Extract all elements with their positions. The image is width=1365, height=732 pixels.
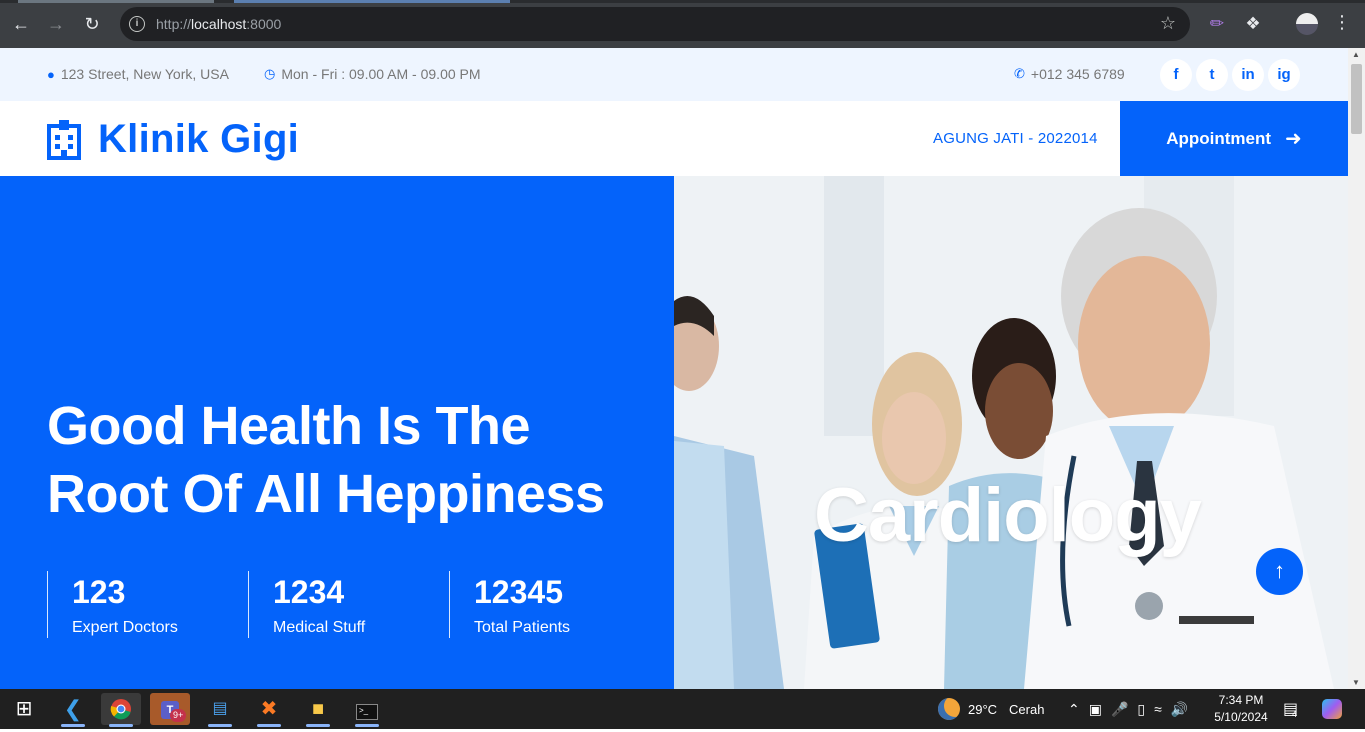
scroll-thumb[interactable] [1351, 64, 1362, 134]
main-navbar: Klinik Gigi AGUNG JATI - 2022014 Appoint… [0, 101, 1348, 176]
weather-desc: Cerah [1009, 701, 1045, 717]
system-clock[interactable]: 7:34 PM 5/10/2024 [1210, 692, 1272, 726]
page-scrollbar[interactable]: ▲ ▼ [1348, 48, 1365, 689]
brand-name: Klinik Gigi [98, 117, 300, 161]
url-text[interactable]: http://localhost:8000 [156, 16, 281, 32]
appointment-button[interactable]: Appointment ➜ [1120, 101, 1348, 176]
notifications-icon[interactable]: ▤ 4 [1283, 689, 1298, 729]
copilot-icon[interactable] [1322, 689, 1342, 729]
stat-patients: 12345 Total Patients [449, 571, 650, 638]
back-icon[interactable]: ← [9, 12, 33, 36]
sandbox-app-icon[interactable]: ▤ [200, 693, 240, 727]
tray-chevron-icon[interactable]: ⌃ [1068, 701, 1080, 718]
nav-user-link[interactable]: AGUNG JATI - 2022014 [933, 130, 1098, 147]
doctors-photo [674, 176, 1348, 689]
phone-icon: ✆ [1014, 66, 1025, 81]
address-text: 123 Street, New York, USA [60, 66, 229, 82]
hero-carousel[interactable]: Cardiology [674, 176, 1348, 689]
meet-now-icon[interactable]: ▣ [1089, 701, 1102, 718]
hours-text: Mon - Fri : 09.00 AM - 09.00 PM [281, 66, 481, 82]
weather-temp: 29°C [968, 701, 998, 717]
browser-menu-icon[interactable]: ⋮ [1333, 12, 1351, 33]
reload-icon[interactable]: ↻ [80, 12, 104, 36]
brand-logo[interactable]: Klinik Gigi [46, 117, 299, 162]
clock-icon: ◷ [264, 66, 276, 81]
profile-avatar[interactable] [1296, 13, 1318, 35]
linkedin-icon[interactable]: in [1232, 59, 1264, 91]
stat-medical-staff: 1234 Medical Stuff [248, 571, 449, 638]
weather-moon-icon [938, 698, 960, 720]
hours-info: ◷ Mon - Fri : 09.00 AM - 09.00 PM [264, 66, 481, 82]
chrome-logo [110, 699, 131, 720]
scroll-up-icon[interactable]: ▲ [1352, 50, 1360, 59]
clock-date: 5/10/2024 [1214, 710, 1268, 724]
facebook-icon[interactable]: f [1160, 59, 1192, 91]
clock-time: 7:34 PM [1218, 693, 1264, 707]
phone-text: +012 345 6789 [1030, 66, 1125, 82]
stat-doctors: 123 Expert Doctors [47, 571, 248, 638]
hero-title: Good Health Is The Root Of All Heppiness [47, 396, 605, 524]
arrow-right-icon: ➜ [1285, 128, 1302, 150]
top-info-bar: ● 123 Street, New York, USA ◷ Mon - Fri … [0, 48, 1348, 101]
appointment-label: Appointment [1166, 128, 1272, 148]
windows-start-icon[interactable]: ⊞ [4, 693, 44, 725]
browser-toolbar: ← → ↻ i http://localhost:8000 ☆ ✏ ❖ ⋮ [0, 0, 1365, 48]
forward-icon[interactable]: → [44, 12, 68, 36]
chrome-icon[interactable] [101, 693, 141, 727]
notification-count: 4 [1292, 709, 1298, 719]
address-bar[interactable]: i http://localhost:8000 ☆ [120, 7, 1190, 41]
scroll-down-icon[interactable]: ▼ [1352, 678, 1360, 687]
phone-info: ✆ +012 345 6789 [1014, 66, 1125, 82]
web-page: ● 123 Street, New York, USA ◷ Mon - Fri … [0, 48, 1348, 689]
wifi-icon[interactable]: ≈ [1154, 701, 1162, 717]
os-taskbar: ⊞ ❮ T 9+ ▤ ✖ ■ >_ 29°C Cerah ⌃ ▣ 🎤 ▯ ≈ 🔊… [0, 689, 1365, 729]
terminal-icon[interactable]: >_ [347, 693, 387, 727]
hospital-icon [47, 119, 81, 160]
extensions-puzzle-icon[interactable]: ❖ [1241, 12, 1265, 36]
site-info-icon[interactable]: i [129, 16, 145, 32]
teams-badge: 9+ [170, 709, 187, 722]
pen-extension-icon[interactable]: ✏ [1205, 12, 1229, 36]
teams-icon[interactable]: T 9+ [150, 693, 190, 725]
bookmark-star-icon[interactable]: ☆ [1160, 13, 1176, 34]
xampp-icon[interactable]: ✖ [249, 693, 289, 727]
microphone-icon[interactable]: 🎤 [1111, 701, 1128, 718]
tab-strip [0, 0, 1365, 3]
battery-icon[interactable]: ▯ [1137, 701, 1145, 718]
volume-icon[interactable]: 🔊 [1171, 701, 1188, 718]
slide-caption: Cardiology [814, 473, 1202, 558]
weather-widget[interactable]: 29°C Cerah [938, 689, 1044, 729]
file-explorer-icon[interactable]: ■ [298, 693, 338, 727]
address-info: ● 123 Street, New York, USA [47, 66, 229, 82]
location-pin-icon: ● [47, 66, 55, 82]
vscode-icon[interactable]: ❮ [53, 693, 93, 727]
twitter-icon[interactable]: t [1196, 59, 1228, 91]
instagram-icon[interactable]: ig [1268, 59, 1300, 91]
system-tray: ⌃ ▣ 🎤 ▯ ≈ 🔊 [1068, 689, 1188, 729]
hero-text-panel: Good Health Is The Root Of All Heppiness… [0, 176, 674, 689]
back-to-top-button[interactable]: ↑ [1256, 548, 1303, 595]
